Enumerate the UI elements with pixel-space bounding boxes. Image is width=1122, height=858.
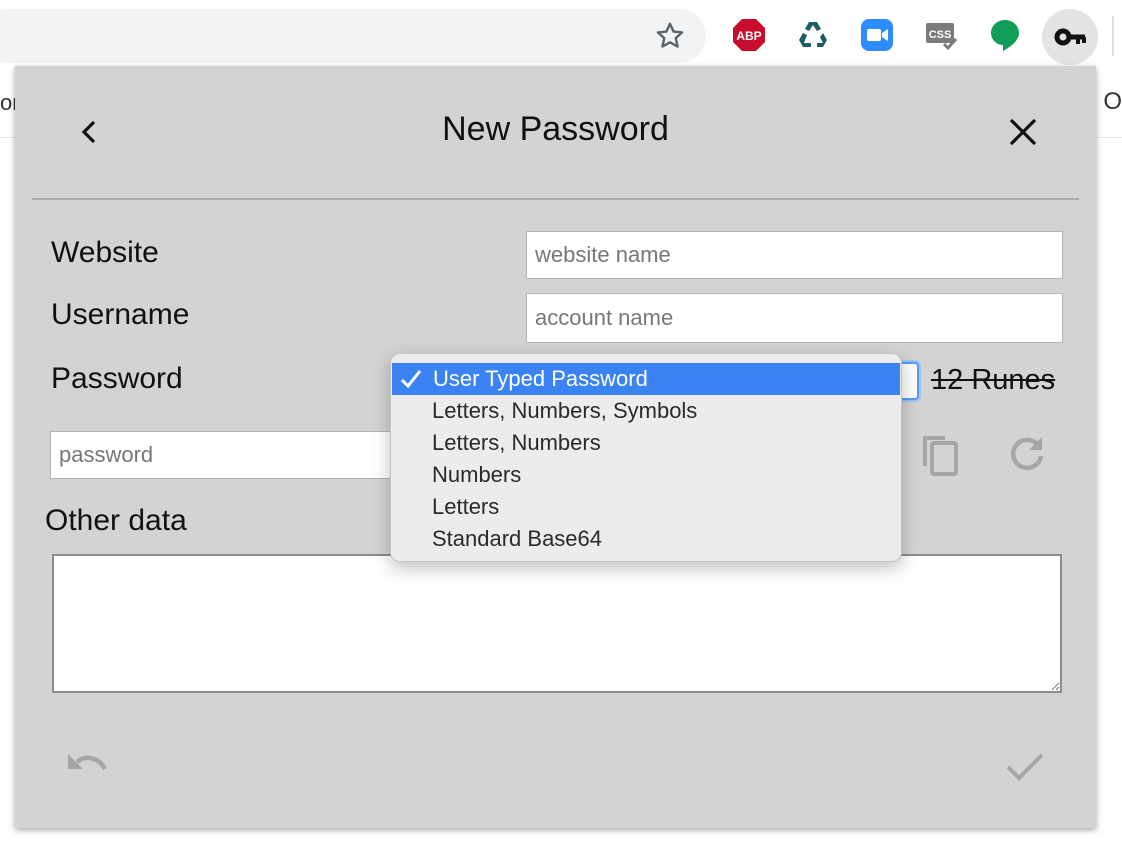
browser-toolbar: ABP CSS [0,0,1122,66]
undo-icon[interactable] [65,746,111,786]
dropdown-option[interactable]: Letters, Numbers [391,427,901,459]
page-background-text-right: O [1103,88,1122,115]
zoom-icon[interactable] [860,18,894,52]
close-icon[interactable] [1005,114,1041,150]
website-input[interactable] [526,231,1063,279]
other-data-label: Other data [45,504,187,537]
dialog-title: New Password [442,110,669,148]
refresh-icon[interactable] [1005,432,1049,476]
address-bar[interactable] [0,9,706,63]
chat-bubble-icon[interactable] [988,18,1022,52]
css-icon[interactable]: CSS [924,18,958,52]
dropdown-option[interactable]: Letters, Numbers, Symbols [391,395,901,427]
username-label: Username [51,298,190,331]
abp-label: ABP [736,29,761,43]
selected-check-icon [400,370,422,389]
username-input[interactable] [526,293,1063,343]
recycle-icon[interactable] [796,18,830,52]
password-type-dropdown: User Typed Password Letters, Numbers, Sy… [390,353,902,562]
runes-count: 12 Runes [931,364,1056,396]
dropdown-option[interactable]: User Typed Password [392,363,900,395]
key-extension-button[interactable] [1042,9,1098,65]
bookmark-star-icon[interactable] [654,20,686,52]
password-type-select[interactable] [899,362,919,400]
other-data-textarea[interactable] [52,554,1062,693]
confirm-check-icon[interactable] [1003,746,1047,786]
toolbar-separator [1112,16,1114,56]
copy-icon[interactable] [915,430,963,478]
dropdown-option-label: User Typed Password [433,366,648,391]
dropdown-option[interactable]: Numbers [391,459,901,491]
dropdown-option-label: Letters, Numbers, Symbols [432,398,698,423]
dropdown-option[interactable]: Standard Base64 [391,523,901,555]
key-icon [1054,28,1086,46]
password-label: Password [51,362,183,395]
dropdown-option-label: Standard Base64 [432,526,603,551]
abp-icon[interactable]: ABP [732,18,766,52]
header-divider [32,198,1079,200]
css-label: CSS [929,29,952,41]
website-label: Website [51,236,159,269]
dropdown-option-label: Letters [432,494,500,519]
dropdown-option[interactable]: Letters [391,491,901,523]
dropdown-option-label: Letters, Numbers [432,430,601,455]
dropdown-option-label: Numbers [432,462,522,487]
